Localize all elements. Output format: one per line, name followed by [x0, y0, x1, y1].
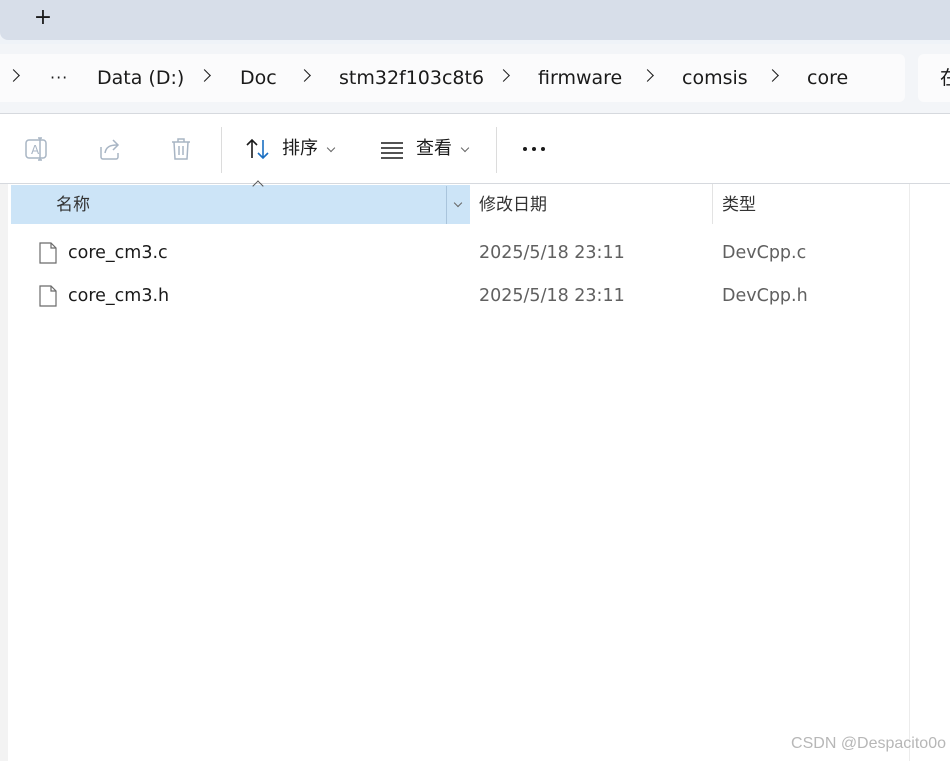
column-header-date[interactable]: 修改日期	[479, 184, 547, 226]
table-row[interactable]: core_cm3.c 2025/5/18 23:11 DevCpp.c	[10, 233, 909, 273]
file-name[interactable]: core_cm3.h	[68, 276, 169, 316]
column-divider[interactable]	[712, 184, 713, 224]
column-header-name[interactable]: 名称	[11, 180, 471, 224]
chevron-right-icon[interactable]	[766, 69, 779, 82]
address-row: ··· Data (D:) Doc stm32f103c8t6 firmware…	[0, 44, 950, 114]
dot	[541, 147, 545, 151]
search-box[interactable]: 在	[918, 54, 950, 102]
file-type: DevCpp.c	[722, 243, 807, 263]
address-bar[interactable]: ··· Data (D:) Doc stm32f103c8t6 firmware…	[0, 54, 905, 102]
file-type: DevCpp.h	[722, 286, 808, 306]
column-header-row: 名称 修改日期 类型	[10, 180, 910, 226]
column-header-type[interactable]: 类型	[722, 184, 756, 226]
column-name-label: 名称	[56, 195, 90, 215]
file-explorer-window: + ··· Data (D:) Doc stm32f103c8t6 firmwa…	[0, 0, 950, 761]
view-button[interactable]: 查看	[416, 135, 452, 163]
toolbar-separator	[496, 127, 497, 173]
scrollbar-track[interactable]	[909, 184, 910, 761]
dot	[532, 147, 536, 151]
breadcrumb-item-doc[interactable]: Doc	[240, 54, 277, 102]
search-placeholder: 在	[940, 67, 950, 89]
file-name[interactable]: core_cm3.c	[68, 233, 168, 273]
breadcrumb-item-firmware[interactable]: firmware	[538, 54, 622, 102]
chevron-right-icon[interactable]	[198, 69, 211, 82]
column-filter-button[interactable]	[446, 186, 471, 224]
file-modified-date: 2025/5/18 23:11	[479, 243, 625, 263]
file-icon	[39, 242, 57, 264]
sort-icon[interactable]	[244, 135, 272, 163]
table-row[interactable]: core_cm3.h 2025/5/18 23:11 DevCpp.h	[10, 276, 909, 316]
view-list-icon[interactable]	[378, 135, 406, 163]
tab-strip: +	[0, 0, 950, 44]
navigation-pane-edge	[0, 184, 8, 761]
breadcrumb-item-comsis[interactable]: comsis	[682, 54, 748, 102]
chevron-down-icon[interactable]	[326, 143, 336, 153]
chevron-right-icon[interactable]	[298, 69, 311, 82]
svg-text:A: A	[31, 143, 40, 157]
breadcrumb-item-drive[interactable]: Data (D:)	[97, 54, 184, 102]
file-modified-date: 2025/5/18 23:11	[479, 286, 625, 306]
toolbar-separator	[221, 127, 222, 173]
sort-button[interactable]: 排序	[282, 135, 318, 163]
breadcrumb-item-project[interactable]: stm32f103c8t6	[339, 54, 484, 102]
watermark: CSDN @Despacito0o	[791, 735, 946, 752]
trash-icon[interactable]	[167, 135, 195, 163]
breadcrumb-overflow[interactable]: ···	[50, 54, 68, 102]
chevron-right-icon[interactable]	[7, 69, 20, 82]
file-icon	[39, 285, 57, 307]
command-bar: A 排序 查看	[0, 115, 950, 183]
tab-area	[0, 0, 950, 40]
chevron-down-icon[interactable]	[460, 143, 470, 153]
dot	[523, 147, 527, 151]
new-tab-button[interactable]: +	[30, 4, 56, 30]
share-icon[interactable]	[96, 135, 124, 163]
chevron-right-icon[interactable]	[641, 69, 654, 82]
chevron-down-icon	[453, 198, 463, 208]
more-options-button[interactable]	[512, 135, 556, 163]
rename-icon[interactable]: A	[23, 135, 51, 163]
divider	[0, 113, 950, 114]
chevron-right-icon[interactable]	[497, 69, 510, 82]
breadcrumb-item-core[interactable]: core	[807, 54, 848, 102]
